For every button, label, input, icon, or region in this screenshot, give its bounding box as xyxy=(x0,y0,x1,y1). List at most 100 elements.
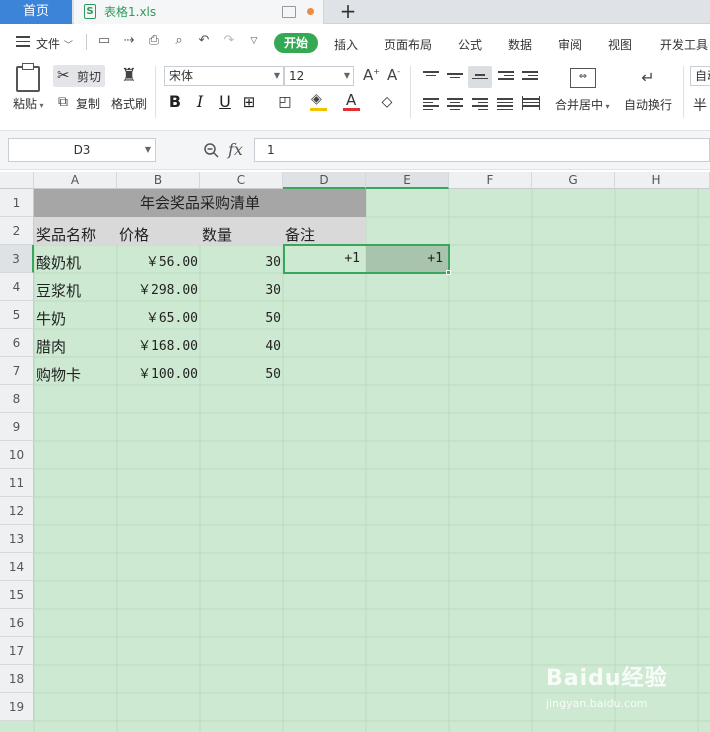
row-header-11[interactable]: 11 xyxy=(0,469,34,497)
header-price[interactable]: 价格 xyxy=(119,221,199,249)
align-left-icon[interactable] xyxy=(423,96,439,110)
new-tab-button[interactable]: + xyxy=(336,0,360,24)
cell-a5[interactable]: 牛奶 xyxy=(36,305,116,333)
menu-developer[interactable]: 开发工具 xyxy=(660,36,708,53)
align-middle-icon[interactable] xyxy=(447,71,463,85)
row-header-12[interactable]: 12 xyxy=(0,497,34,525)
wrap-text-icon[interactable]: ↵ xyxy=(636,68,660,88)
row-header-19[interactable]: 19 xyxy=(0,693,34,721)
row-header-2[interactable]: 2 xyxy=(0,217,34,245)
menu-data[interactable]: 数据 xyxy=(508,36,532,53)
row-header-4[interactable]: 4 xyxy=(0,273,34,301)
menu-start[interactable]: 开始 xyxy=(274,33,318,53)
paste-icon[interactable] xyxy=(16,63,40,92)
menu-review[interactable]: 审阅 xyxy=(558,36,582,53)
borders-icon[interactable]: ⊞ xyxy=(240,92,258,112)
col-header-a[interactable]: A xyxy=(34,172,117,189)
justify-icon[interactable] xyxy=(497,96,513,110)
row-header-15[interactable]: 15 xyxy=(0,581,34,609)
tab-file[interactable]: S 表格1.xls xyxy=(74,0,324,24)
fill-color-icon[interactable]: ◈ xyxy=(310,91,328,112)
col-header-h[interactable]: H xyxy=(615,172,710,189)
format-painter-icon[interactable]: ♜ xyxy=(119,65,139,91)
col-header-d[interactable]: D xyxy=(283,172,366,189)
format-painter-button[interactable]: 格式刷 xyxy=(111,95,147,112)
cell-b4[interactable]: ￥298.00 xyxy=(117,277,200,305)
row-header-18[interactable]: 18 xyxy=(0,665,34,693)
cell-a3[interactable]: 酸奶机 xyxy=(36,249,116,277)
cell-c3[interactable]: 30 xyxy=(200,249,283,277)
row-header-17[interactable]: 17 xyxy=(0,637,34,665)
number-format-select[interactable]: 自动 xyxy=(690,66,710,86)
underline-icon[interactable]: U xyxy=(216,92,234,112)
align-bottom-button[interactable] xyxy=(468,66,492,88)
cell-c6[interactable]: 40 xyxy=(200,333,283,361)
font-color-icon[interactable]: A xyxy=(343,91,361,112)
row-header-1[interactable]: 1 xyxy=(0,189,34,217)
name-box[interactable]: D3 ▼ xyxy=(8,138,156,162)
clear-format-icon[interactable]: ◇ xyxy=(378,92,396,112)
save-icon[interactable]: ▭ xyxy=(96,33,112,49)
row-header-8[interactable]: 8 xyxy=(0,385,34,413)
row-header-14[interactable]: 14 xyxy=(0,553,34,581)
tab-home[interactable]: 首页 xyxy=(0,0,72,24)
conditional-format-icon[interactable]: ◰ xyxy=(276,92,294,112)
menu-page-layout[interactable]: 页面布局 xyxy=(384,36,432,53)
merge-center-icon[interactable]: ⇔ xyxy=(570,68,596,88)
redo-icon[interactable]: ↷ xyxy=(221,33,237,49)
zoom-icon[interactable] xyxy=(203,142,219,158)
font-name-select[interactable]: 宋体 ▼ xyxy=(164,66,284,86)
more-dropdown-icon[interactable]: ▽ xyxy=(246,33,262,49)
cell-b7[interactable]: ￥100.00 xyxy=(117,361,200,389)
row-header-16[interactable]: 16 xyxy=(0,609,34,637)
merge-center-button[interactable]: 合并居中 ▾ xyxy=(555,96,610,113)
header-quantity[interactable]: 数量 xyxy=(202,221,282,249)
align-center-icon[interactable] xyxy=(447,96,463,110)
print-icon[interactable]: ⎙ xyxy=(146,33,162,49)
copy-button[interactable]: ⧉ 复制 xyxy=(56,94,108,112)
cell-d3[interactable]: +1 xyxy=(283,245,364,273)
menu-formulas[interactable]: 公式 xyxy=(458,36,482,53)
increase-font-icon[interactable]: A+ xyxy=(363,66,380,84)
row-header-13[interactable]: 13 xyxy=(0,525,34,553)
bold-icon[interactable]: B xyxy=(166,92,184,112)
hamburger-menu-icon[interactable] xyxy=(16,36,30,48)
row-header-7[interactable]: 7 xyxy=(0,357,34,385)
currency-button[interactable]: 半 xyxy=(693,95,707,115)
distributed-icon[interactable] xyxy=(522,96,540,110)
row-header-9[interactable]: 9 xyxy=(0,413,34,441)
paste-button[interactable]: 粘贴 ▾ xyxy=(13,95,44,112)
col-header-c[interactable]: C xyxy=(200,172,283,189)
row-header-3[interactable]: 3 xyxy=(0,245,34,273)
cell-e3[interactable]: +1 xyxy=(366,245,447,273)
menu-insert[interactable]: 插入 xyxy=(334,36,358,53)
cell-c5[interactable]: 50 xyxy=(200,305,283,333)
col-header-f[interactable]: F xyxy=(449,172,532,189)
row-header-5[interactable]: 5 xyxy=(0,301,34,329)
sheet-title[interactable]: 年会奖品采购清单 xyxy=(34,189,366,217)
cell-a4[interactable]: 豆浆机 xyxy=(36,277,116,305)
cell-b6[interactable]: ￥168.00 xyxy=(117,333,200,361)
cell-c4[interactable]: 30 xyxy=(200,277,283,305)
undo-icon[interactable]: ↶ xyxy=(196,33,212,49)
cell-a7[interactable]: 购物卡 xyxy=(36,361,116,389)
decrease-font-icon[interactable]: A- xyxy=(387,66,400,84)
print-preview-icon[interactable]: ⌕ xyxy=(171,33,187,49)
italic-icon[interactable]: I xyxy=(191,92,209,112)
row-header-10[interactable]: 10 xyxy=(0,441,34,469)
wrap-text-button[interactable]: 自动换行 xyxy=(624,96,672,113)
insert-function-button[interactable]: fx xyxy=(228,140,243,159)
font-size-select[interactable]: 12 ▼ xyxy=(284,66,354,86)
row-header-6[interactable]: 6 xyxy=(0,329,34,357)
align-top-icon[interactable] xyxy=(423,69,439,83)
col-header-e[interactable]: E xyxy=(366,172,449,189)
increase-indent-icon[interactable] xyxy=(522,69,538,83)
cell-c7[interactable]: 50 xyxy=(200,361,283,389)
formula-input[interactable]: 1 xyxy=(254,138,710,162)
cell-a6[interactable]: 腊肉 xyxy=(36,333,116,361)
header-prize-name[interactable]: 奖品名称 xyxy=(36,221,116,249)
cell-b5[interactable]: ￥65.00 xyxy=(117,305,200,333)
monitor-icon[interactable] xyxy=(282,6,296,18)
align-right-icon[interactable] xyxy=(472,96,488,110)
cell-b3[interactable]: ￥56.00 xyxy=(117,249,200,277)
